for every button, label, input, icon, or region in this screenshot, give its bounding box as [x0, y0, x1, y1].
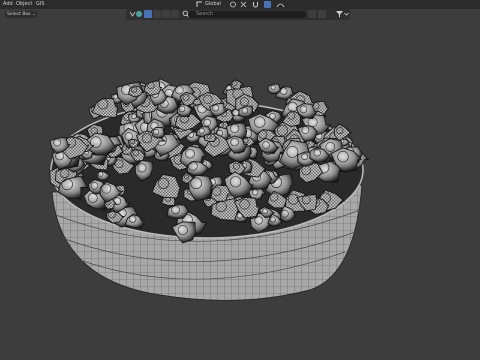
menu-object[interactable]: Object: [16, 1, 32, 8]
transform-icon[interactable]: [196, 1, 203, 8]
3d-viewport[interactable]: [0, 20, 480, 360]
proportional-edit-toggle[interactable]: [264, 1, 271, 8]
falloff-icon[interactable]: [276, 1, 285, 8]
popcorn-piece: [203, 133, 218, 142]
snap-icon[interactable]: [240, 1, 247, 8]
top-menu-bar: Add Object GIS Global: [0, 0, 480, 9]
chevron-down-icon[interactable]: [344, 11, 349, 17]
pivot-icon[interactable]: [229, 1, 237, 8]
select-mode-edge[interactable]: [153, 10, 161, 18]
menu-add[interactable]: Add: [3, 1, 13, 8]
popcorn-piece: [151, 126, 167, 139]
select-mode-vertex[interactable]: [144, 10, 152, 18]
select-mode-face[interactable]: [162, 10, 170, 18]
overlay-icon[interactable]: [136, 11, 142, 17]
select-box-dropdown[interactable]: Select Box ⌄: [5, 11, 37, 18]
filter-icon[interactable]: [335, 10, 344, 18]
search-input[interactable]: Search: [188, 11, 306, 18]
sort-button[interactable]: [318, 10, 326, 18]
menu-gis[interactable]: GIS: [36, 1, 45, 8]
search-placeholder: Search: [196, 11, 214, 17]
popcorn-piece: [143, 80, 163, 96]
transform-orientation-select[interactable]: Global: [205, 1, 221, 8]
select-mode-extra[interactable]: [171, 10, 179, 18]
view-icon[interactable]: [129, 10, 136, 18]
magnet-icon[interactable]: [252, 1, 259, 8]
display-filter-button[interactable]: [308, 10, 316, 18]
popcorn-piece: [267, 83, 283, 95]
